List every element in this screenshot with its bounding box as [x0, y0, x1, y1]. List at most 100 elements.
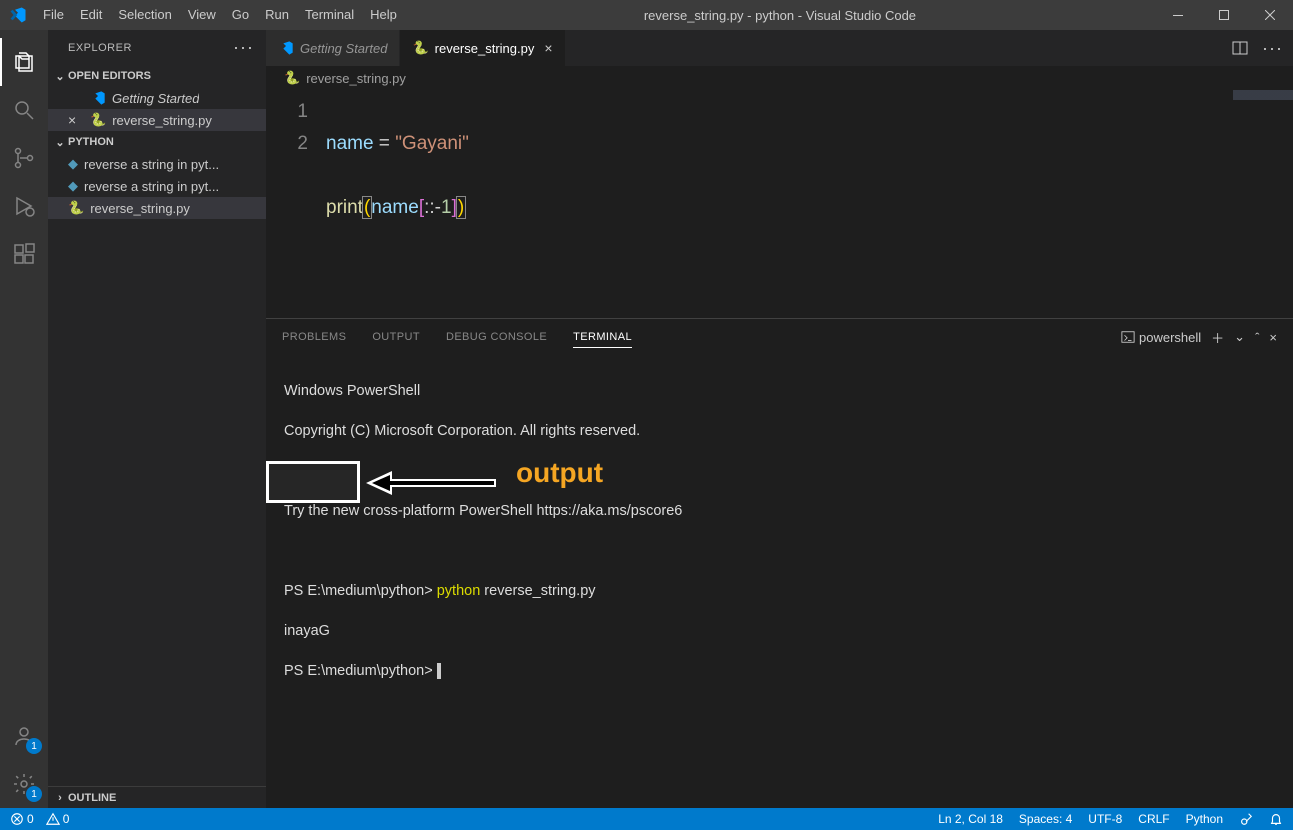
more-actions-icon[interactable]: ··· — [1262, 38, 1283, 59]
sidebar-more-icon[interactable]: ··· — [233, 37, 254, 58]
code-token: :: — [424, 197, 435, 218]
accounts-icon[interactable]: 1 — [0, 712, 48, 760]
code-editor[interactable]: 1 2 name = "Gayani" print(name[::-1]) — [266, 90, 1293, 318]
close-panel-icon[interactable]: × — [1269, 330, 1277, 345]
maximize-button[interactable] — [1201, 0, 1247, 30]
chevron-right-icon: › — [52, 792, 68, 804]
tab-close-icon[interactable]: × — [544, 40, 552, 56]
line-number: 2 — [266, 128, 308, 160]
terminal-line: PS E:\medium\python> python reverse_stri… — [284, 581, 1275, 601]
explorer-icon[interactable] — [0, 38, 48, 86]
sidebar: EXPLORER ··· ⌄ OPEN EDITORS × Getting St… — [48, 30, 266, 808]
split-editor-icon[interactable] — [1232, 40, 1248, 56]
menu-run[interactable]: Run — [257, 0, 297, 30]
status-eol[interactable]: CRLF — [1138, 812, 1169, 826]
vscode-file-icon — [90, 90, 106, 106]
file-reverse-string[interactable]: 🐍 reverse_string.py — [48, 197, 266, 219]
panel-tab-problems[interactable]: PROBLEMS — [282, 327, 346, 347]
settings-icon[interactable]: 1 — [0, 760, 48, 808]
extensions-icon[interactable] — [0, 230, 48, 278]
search-icon[interactable] — [0, 86, 48, 134]
open-editor-label: Getting Started — [112, 91, 199, 106]
close-icon[interactable]: × — [68, 112, 84, 128]
python-file-icon: 🐍 — [412, 40, 428, 56]
breadcrumb[interactable]: 🐍 reverse_string.py — [266, 66, 1293, 90]
tab-bar: Getting Started 🐍 reverse_string.py × ··… — [266, 30, 1293, 66]
open-editor-reverse-string[interactable]: × 🐍 reverse_string.py — [48, 109, 266, 131]
sidebar-title: EXPLORER — [68, 42, 132, 54]
panel-tabs: PROBLEMS OUTPUT DEBUG CONSOLE TERMINAL p… — [266, 319, 1293, 355]
code-token: name — [371, 197, 419, 218]
status-warnings[interactable]: 0 — [46, 812, 70, 826]
file-label: reverse a string in pyt... — [84, 179, 219, 194]
terminal-line: Windows PowerShell — [284, 381, 1275, 401]
folder-header[interactable]: ⌄ PYTHON — [48, 131, 266, 153]
panel-actions: powershell ＋ ⌄ ˆ × — [1121, 328, 1277, 347]
file-item[interactable]: ◆ reverse a string in pyt... — [48, 153, 266, 175]
menu-view[interactable]: View — [180, 0, 224, 30]
status-errors[interactable]: 0 — [10, 812, 34, 826]
terminal-output: inayaG — [284, 621, 1275, 641]
open-editor-label: reverse_string.py — [112, 113, 212, 128]
close-button[interactable] — [1247, 0, 1293, 30]
file-label: reverse a string in pyt... — [84, 157, 219, 172]
code-token: 1 — [441, 197, 452, 218]
python-file-icon: 🐍 — [284, 70, 300, 86]
vscode-file-icon — [278, 40, 294, 56]
annotation-box — [266, 461, 360, 503]
settings-badge: 1 — [26, 786, 42, 802]
code-content[interactable]: name = "Gayani" print(name[::-1]) — [326, 90, 1293, 318]
gutter: 1 2 — [266, 90, 326, 318]
chevron-down-icon: ⌄ — [52, 136, 68, 149]
menu-selection[interactable]: Selection — [110, 0, 179, 30]
panel-tab-output[interactable]: OUTPUT — [372, 327, 420, 347]
editor-area: Getting Started 🐍 reverse_string.py × ··… — [266, 30, 1293, 808]
terminal-line — [284, 541, 1275, 561]
status-feedback-icon[interactable] — [1239, 812, 1253, 826]
tab-label: Getting Started — [300, 41, 387, 56]
panel-tab-terminal[interactable]: TERMINAL — [573, 327, 632, 348]
terminal-split-chevron-icon[interactable]: ⌄ — [1234, 329, 1245, 345]
folder-label: PYTHON — [68, 136, 114, 148]
editor-actions: ··· — [1232, 30, 1293, 66]
activity-bar: 1 1 — [0, 30, 48, 808]
status-language[interactable]: Python — [1186, 812, 1223, 826]
menu-go[interactable]: Go — [224, 0, 257, 30]
minimap[interactable] — [1233, 90, 1293, 110]
menu-edit[interactable]: Edit — [72, 0, 110, 30]
panel-tab-debug-console[interactable]: DEBUG CONSOLE — [446, 327, 547, 347]
window-controls — [1155, 0, 1293, 30]
menu-terminal[interactable]: Terminal — [297, 0, 362, 30]
menu-file[interactable]: File — [35, 0, 72, 30]
maximize-panel-icon[interactable]: ˆ — [1255, 330, 1259, 345]
tab-reverse-string[interactable]: 🐍 reverse_string.py × — [400, 30, 565, 66]
tab-getting-started[interactable]: Getting Started — [266, 30, 400, 66]
terminal-line: Copyright (C) Microsoft Corporation. All… — [284, 421, 1275, 441]
open-editors-header[interactable]: ⌄ OPEN EDITORS — [48, 65, 266, 87]
open-editor-getting-started[interactable]: × Getting Started — [48, 87, 266, 109]
sidebar-header: EXPLORER ··· — [48, 30, 266, 65]
code-token: = — [374, 133, 396, 154]
outline-label: OUTLINE — [68, 792, 116, 804]
markdown-file-icon: ◆ — [68, 156, 78, 172]
status-notifications-icon[interactable] — [1269, 812, 1283, 826]
run-debug-icon[interactable] — [0, 182, 48, 230]
tab-label: reverse_string.py — [435, 41, 535, 56]
menu-help[interactable]: Help — [362, 0, 405, 30]
code-token: print — [326, 197, 363, 218]
new-terminal-icon[interactable]: ＋ — [1211, 328, 1224, 347]
status-encoding[interactable]: UTF-8 — [1088, 812, 1122, 826]
source-control-icon[interactable] — [0, 134, 48, 182]
status-lncol[interactable]: Ln 2, Col 18 — [938, 812, 1003, 826]
outline-header[interactable]: › OUTLINE — [48, 786, 266, 808]
terminal[interactable]: Windows PowerShell Copyright (C) Microso… — [266, 355, 1293, 808]
python-file-icon: 🐍 — [90, 112, 106, 128]
status-spaces[interactable]: Spaces: 4 — [1019, 812, 1072, 826]
terminal-shell-icon[interactable]: powershell — [1121, 330, 1201, 345]
titlebar: File Edit Selection View Go Run Terminal… — [0, 0, 1293, 30]
terminal-line: Try the new cross-platform PowerShell ht… — [284, 501, 1275, 521]
file-item[interactable]: ◆ reverse a string in pyt... — [48, 175, 266, 197]
python-file-icon: 🐍 — [68, 200, 84, 216]
minimize-button[interactable] — [1155, 0, 1201, 30]
menu-bar: File Edit Selection View Go Run Terminal… — [35, 0, 405, 30]
